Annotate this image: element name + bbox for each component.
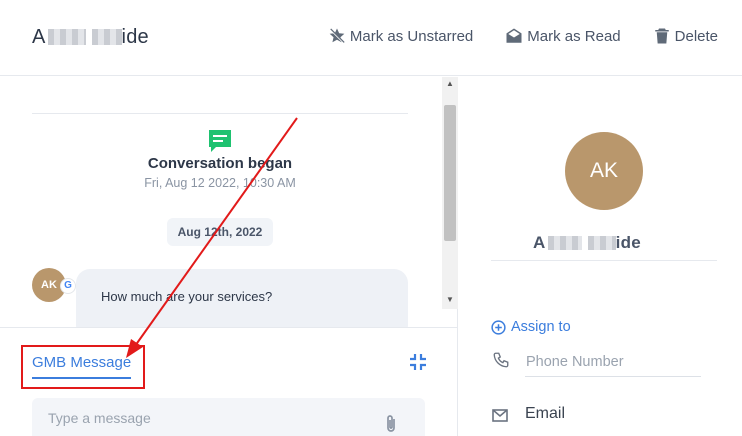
redacted-name-part	[587, 236, 616, 250]
conversation-pane: Conversation began Fri, Aug 12 2022, 10:…	[0, 77, 458, 436]
scroll-thumb[interactable]	[444, 105, 456, 241]
scroll-down-arrow-icon[interactable]: ▼	[442, 293, 458, 307]
divider	[32, 113, 408, 114]
conversation-header: Aide Mark as Unstarred Mark as Read Dele…	[0, 0, 742, 76]
mark-unstarred-label: Mark as Unstarred	[349, 27, 474, 45]
paperclip-icon[interactable]	[383, 414, 399, 434]
message-list[interactable]: Conversation began Fri, Aug 12 2022, 10:…	[0, 77, 458, 327]
redacted-name-part	[91, 29, 122, 45]
google-icon: G	[60, 278, 76, 294]
date-separator: Aug 12th, 2022	[167, 218, 273, 246]
delete-button[interactable]: Delete	[653, 27, 718, 45]
redacted-name-part	[547, 236, 582, 250]
divider	[491, 260, 717, 261]
assign-to-button[interactable]: Assign to	[491, 319, 571, 335]
contact-panel-name-last: ide	[615, 233, 642, 252]
redacted-name-part	[47, 29, 86, 45]
mark-unstarred-button[interactable]: Mark as Unstarred	[328, 27, 473, 45]
contact-name: Aide	[32, 26, 149, 49]
mark-read-button[interactable]: Mark as Read	[505, 27, 621, 45]
contact-name-first: A	[32, 26, 46, 48]
contact-name-last: ide	[121, 26, 149, 48]
message-composer: GMB Message	[0, 327, 458, 436]
delete-label: Delete	[674, 27, 718, 45]
contact-panel-name: Aide	[533, 233, 641, 253]
phone-icon	[493, 352, 509, 368]
scroll-up-arrow-icon[interactable]: ▲	[442, 77, 458, 91]
envelope-open-icon	[506, 28, 522, 43]
conversation-began-time: Fri, Aug 12 2022, 10:30 AM	[144, 176, 296, 190]
tab-gmb-message[interactable]: GMB Message	[32, 354, 132, 379]
conversation-began-title: Conversation began	[147, 155, 293, 172]
plus-circle-icon	[491, 319, 506, 335]
contact-panel-name-first: A	[533, 233, 546, 252]
star-off-icon	[329, 28, 345, 44]
scrollbar[interactable]: ▲ ▼	[442, 77, 458, 309]
contact-avatar: AK	[565, 132, 643, 210]
trash-icon	[654, 28, 669, 44]
conversation-icon	[209, 130, 231, 152]
phone-number-input[interactable]	[525, 347, 701, 377]
assign-to-label: Assign to	[511, 319, 571, 335]
email-label: Email	[525, 405, 566, 422]
collapse-icon[interactable]	[408, 352, 428, 372]
header-actions: Mark as Unstarred Mark as Read Delete	[328, 27, 718, 45]
message-text: How much are your services?	[101, 289, 273, 304]
mark-read-label: Mark as Read	[527, 27, 621, 45]
contact-panel: AK Aide Assign to Email	[459, 77, 742, 436]
message-input[interactable]	[32, 398, 425, 436]
mail-icon	[492, 409, 508, 422]
